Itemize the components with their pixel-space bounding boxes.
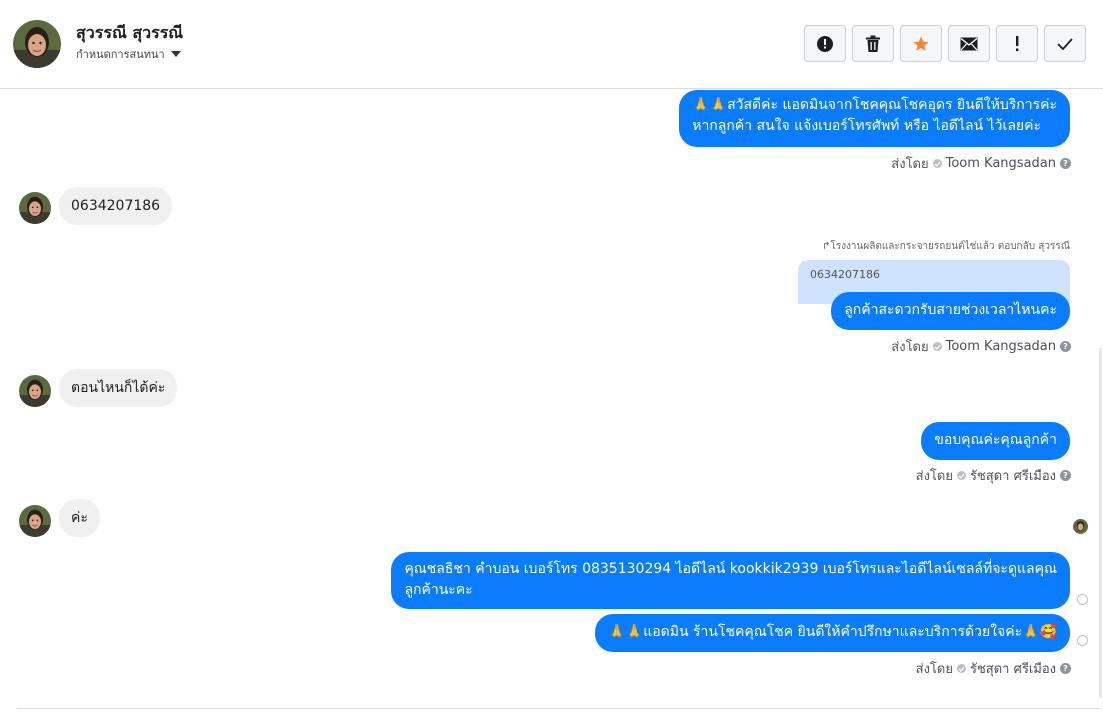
mark-unread-button[interactable] [948, 25, 990, 62]
sent-by-info: ส่งโดย รัชสุดา ศรีเมือง ? [916, 465, 1071, 486]
sent-by-info: ส่งโดย รัชสุดา ศรีเมือง ? [916, 658, 1071, 679]
help-icon[interactable]: ? [1060, 158, 1071, 169]
delete-button[interactable] [852, 25, 894, 62]
checkmark-icon [1057, 37, 1073, 50]
reply-note-text: โรงงานผลิตและกระจายรถยนต์ไช่แล้ว ตอบกลับ… [830, 241, 1070, 252]
read-receipt-avatar [1073, 519, 1088, 534]
envelope-icon [960, 37, 978, 50]
exclamation-icon [1016, 35, 1019, 51]
contact-avatar[interactable] [13, 20, 61, 68]
sent-by-label: ส่งโดย [891, 340, 929, 355]
conversation-setting-dropdown[interactable]: กำหนดการสนทนา [76, 45, 181, 63]
conversation-toolbar [804, 25, 1086, 62]
outgoing-message-bubble[interactable]: ลูกค้าสะดวกรับสายช่วงเวลาไหนคะ [831, 292, 1070, 330]
quoted-text: 0634207186 [810, 268, 880, 281]
message-text: 🙏🙏แอดมิน ร้านโชคคุณโชค ยินดีให้คำปรึกษาแ… [608, 624, 1057, 640]
outgoing-message-bubble[interactable]: ขอบคุณค่ะคุณลูกค้า [921, 422, 1070, 460]
delivered-status-icon [1077, 635, 1088, 646]
conversation-header: สุวรรณี สุวรรณี กำหนดการสนทนา [0, 0, 1103, 89]
sent-by-agent[interactable]: Toom Kangsadan [946, 156, 1056, 171]
message-text: ลูกค้าสะดวกรับสายช่วงเวลาไหนคะ [844, 302, 1057, 318]
help-icon[interactable]: ? [1060, 341, 1071, 352]
star-icon [913, 36, 929, 51]
message-text-line: คุณชลธิชา คำบอน เบอร์โทร 0835130294 ไอดี… [404, 561, 1057, 577]
sent-by-info: ส่งโดย Toom Kangsadan ? [891, 336, 1071, 357]
reply-note: ↱โรงงานผลิตและกระจายรถยนต์ไช่แล้ว ตอบกลั… [822, 239, 1070, 254]
outgoing-message-bubble[interactable]: คุณชลธิชา คำบอน เบอร์โทร 0835130294 ไอดี… [391, 552, 1070, 609]
message-text: ขอบคุณค่ะคุณลูกค้า [934, 432, 1057, 448]
verified-check-icon [932, 159, 942, 168]
conversation-setting-label: กำหนดการสนทนา [76, 48, 165, 61]
sent-by-agent[interactable]: รัชสุดา ศรีเมือง [970, 465, 1056, 486]
verified-check-icon [956, 471, 966, 480]
help-icon[interactable]: ? [1060, 470, 1071, 481]
incoming-message-bubble[interactable]: ตอนไหนก็ได้ค่ะ [59, 369, 178, 407]
star-button[interactable] [900, 25, 942, 62]
alert-circle-icon [817, 35, 833, 52]
help-icon[interactable]: ? [1060, 663, 1071, 674]
scrollbar[interactable] [1099, 348, 1102, 698]
delivered-status-icon [1077, 594, 1088, 605]
caret-down-icon [170, 51, 181, 57]
sender-avatar[interactable] [19, 505, 51, 537]
outgoing-message-bubble[interactable]: 🙏🙏แอดมิน ร้านโชคคุณโชค ยินดีให้คำปรึกษาแ… [595, 614, 1070, 652]
message-text: ตอนไหนก็ได้ค่ะ [71, 380, 166, 396]
spam-button[interactable] [804, 25, 846, 62]
follow-up-button[interactable] [996, 25, 1038, 62]
outgoing-message-bubble[interactable]: 🙏🙏สวัสดีค่ะ แอดมินจากโชคคุณโชคอุดร ยินดี… [679, 90, 1070, 147]
message-text: 0634207186 [71, 198, 161, 214]
sent-by-label: ส่งโดย [891, 157, 929, 172]
sent-by-label: ส่งโดย [915, 662, 953, 677]
sent-by-label: ส่งโดย [915, 469, 953, 484]
message-text-line: 🙏🙏สวัสดีค่ะ แอดมินจากโชคคุณโชคอุดร ยินดี… [692, 97, 1057, 113]
contact-name[interactable]: สุวรรณี สุวรรณี [76, 21, 183, 46]
message-text-line: หากลูกค้า สนใจ แจ้งเบอร์โทรศัพท์ หรือ ไอ… [692, 118, 1041, 134]
sent-by-agent[interactable]: Toom Kangsadan [946, 339, 1056, 354]
sender-avatar[interactable] [19, 375, 51, 407]
composer-divider [17, 708, 1100, 709]
trash-icon [866, 35, 880, 52]
incoming-message-bubble[interactable]: 0634207186 [59, 187, 173, 225]
sent-by-info: ส่งโดย Toom Kangsadan ? [891, 153, 1071, 174]
sender-avatar[interactable] [19, 192, 51, 224]
message-text-line: ลูกค้านะคะ [404, 582, 473, 598]
done-button[interactable] [1044, 25, 1086, 62]
verified-check-icon [956, 664, 966, 673]
incoming-message-bubble[interactable]: ค่ะ [59, 499, 100, 537]
verified-check-icon [932, 342, 942, 351]
message-text: ค่ะ [71, 510, 88, 526]
sent-by-agent[interactable]: รัชสุดา ศรีเมือง [970, 658, 1056, 679]
